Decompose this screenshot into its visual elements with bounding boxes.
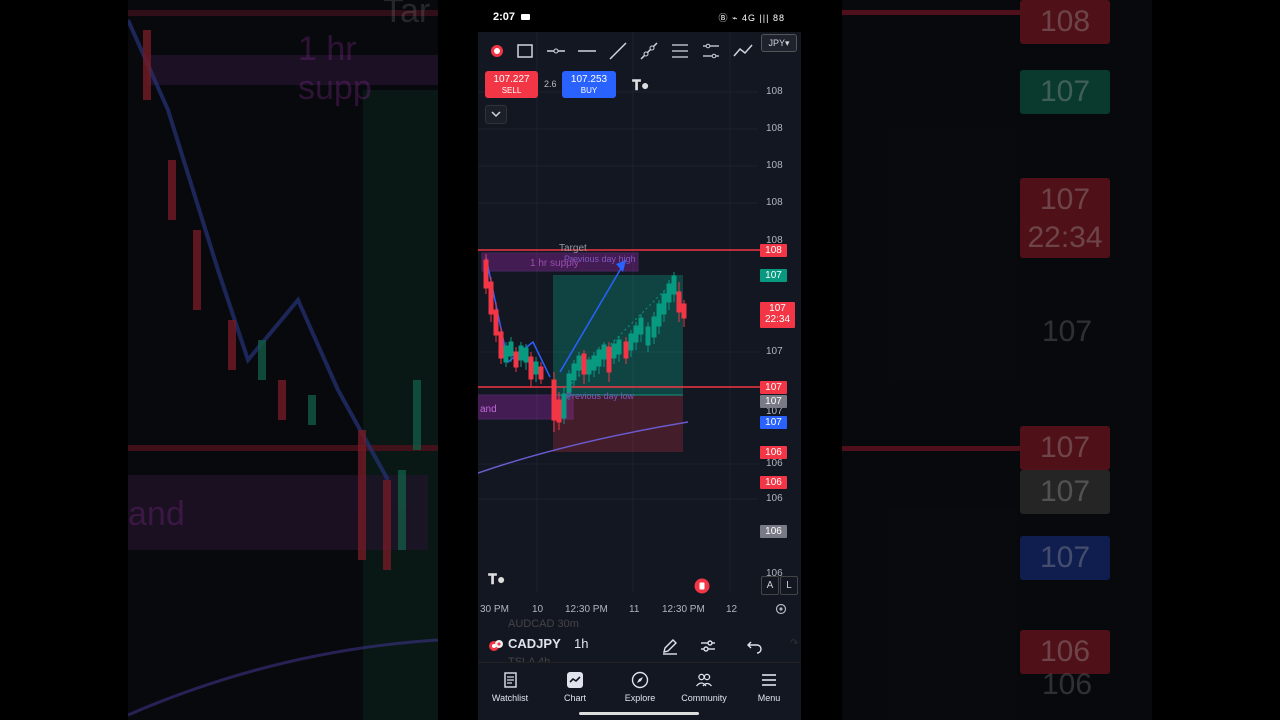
y-axis-label: 108: [766, 123, 783, 134]
y-axis-label: 108: [766, 86, 783, 97]
video-icon: [521, 14, 530, 20]
x-axis-label: 12: [726, 604, 738, 615]
redo-icon[interactable]: ↷: [790, 638, 798, 649]
indicators-icon[interactable]: [698, 636, 718, 656]
timeframe-selector[interactable]: 1h: [574, 636, 588, 651]
sell-label: SELL: [501, 86, 522, 95]
price-tag-previous-day-high: 108: [760, 244, 787, 257]
y-axis-label: 107: [766, 346, 783, 357]
drawing-toolbar: [478, 32, 801, 70]
nav-chart-label: Chart: [563, 693, 586, 703]
avatar-icon[interactable]: [486, 40, 508, 62]
annotation-demand: and: [480, 404, 497, 415]
home-indicator[interactable]: [579, 712, 699, 715]
record-icon[interactable]: [694, 578, 710, 594]
price-tag-entry: 107: [760, 395, 787, 408]
nav-menu[interactable]: Menu: [739, 671, 799, 703]
pencil-icon[interactable]: [660, 636, 680, 656]
x-axis-label: 30 PM: [480, 604, 509, 615]
buy-button[interactable]: 107.253 BUY: [562, 71, 616, 98]
status-time: 2:07: [493, 11, 516, 23]
people-icon: [696, 673, 712, 687]
price-chart[interactable]: Target Previous day high 1 hr supply Pre…: [478, 32, 801, 630]
buy-price: 107.253: [570, 74, 608, 85]
x-axis-label: 11: [629, 604, 640, 615]
parallel-channel-icon[interactable]: [700, 40, 722, 62]
currency-selector[interactable]: JPY ▾: [761, 34, 797, 52]
x-axis-label: 10: [532, 604, 544, 615]
log-scale-button[interactable]: L: [780, 576, 798, 595]
y-axis-label: 106: [766, 493, 783, 504]
symbol-bar: AUDCAD 30m TSLA 4h CADJPY 1h ↷: [478, 618, 801, 668]
nav-menu-label: Menu: [757, 693, 781, 703]
annotation-supply: 1 hr supply: [530, 258, 579, 269]
buy-label: BUY: [580, 86, 598, 95]
rectangle-tool-icon[interactable]: [514, 40, 536, 62]
collapse-button[interactable]: [485, 105, 507, 124]
auto-scale-button[interactable]: A: [761, 576, 779, 595]
price-tag-target: 107: [760, 269, 787, 282]
nav-watchlist-label: Watchlist: [491, 693, 529, 703]
nav-community[interactable]: Community: [674, 671, 734, 703]
extended-line-icon[interactable]: [638, 40, 660, 62]
horizontal-ray-icon[interactable]: [545, 40, 567, 62]
current-price: 107: [769, 303, 786, 314]
sell-button[interactable]: 107.227 SELL: [485, 71, 538, 98]
undo-icon[interactable]: [746, 636, 764, 654]
compass-icon: [631, 671, 649, 689]
tradingview-watermark-icon: 𝐓●: [488, 571, 506, 587]
trend-line-icon[interactable]: [607, 40, 629, 62]
path-tool-icon[interactable]: [732, 40, 754, 62]
x-axis-label: 12:30 PM: [565, 604, 608, 615]
price-tag-low: 106: [760, 525, 787, 538]
annotation-target: Target: [559, 243, 587, 254]
nav-explore-label: Explore: [624, 693, 656, 703]
nav-chart[interactable]: Chart: [545, 671, 605, 703]
background-dim: [128, 0, 438, 720]
y-axis-label: 108: [766, 197, 783, 208]
nav-community-label: Community: [681, 693, 727, 703]
spread-value: 2.6: [544, 79, 557, 89]
tradingview-logo-icon: 𝐓●: [632, 77, 650, 93]
price-tag-moving-average: 107: [760, 416, 787, 429]
background-right-blur: 108 107 107 22:34 107 107 107 107 106 10…: [842, 0, 1152, 720]
status-bar: 2:07 Ⓑ ⌁ 4G ||| 88: [478, 0, 801, 32]
menu-icon: [762, 674, 776, 686]
price-tag-previous-day-low: 107: [760, 381, 787, 394]
background-left-blur: 1 hr supp Tar and: [128, 0, 438, 720]
y-axis-label: 108: [766, 160, 783, 171]
fib-retracement-icon[interactable]: [669, 40, 691, 62]
chevron-down-icon: [491, 111, 501, 118]
status-icons: Ⓑ ⌁ 4G ||| 88: [718, 13, 785, 23]
ghost-symbol-above: AUDCAD 30m: [508, 618, 579, 630]
currency-label: JPY: [768, 38, 785, 48]
x-axis-label: 12:30 PM: [662, 604, 705, 615]
nav-watchlist[interactable]: Watchlist: [480, 671, 540, 703]
price-tag-stop: 106: [760, 446, 787, 459]
annotation-previous-day-low: Previous day low: [566, 391, 635, 401]
sell-price: 107.227: [493, 74, 530, 85]
y-axis-label: 106: [766, 458, 783, 469]
symbol-name[interactable]: CADJPY: [508, 636, 561, 651]
settings-gear-icon[interactable]: [775, 603, 787, 615]
price-tag-demand: 106: [760, 476, 787, 489]
horizontal-line-icon[interactable]: [576, 40, 598, 62]
phone-screen: 2:07 Ⓑ ⌁ 4G ||| 88 Target Previous day h…: [478, 0, 801, 720]
watchlist-icon: [504, 672, 517, 688]
chart-icon: [567, 672, 583, 688]
bar-countdown: 22:34: [764, 314, 791, 325]
nav-explore[interactable]: Explore: [610, 671, 670, 703]
currency-pair-flag-icon: [489, 640, 503, 651]
price-tag-current: 107 22:34: [760, 302, 795, 328]
background-dim: [842, 0, 1152, 720]
